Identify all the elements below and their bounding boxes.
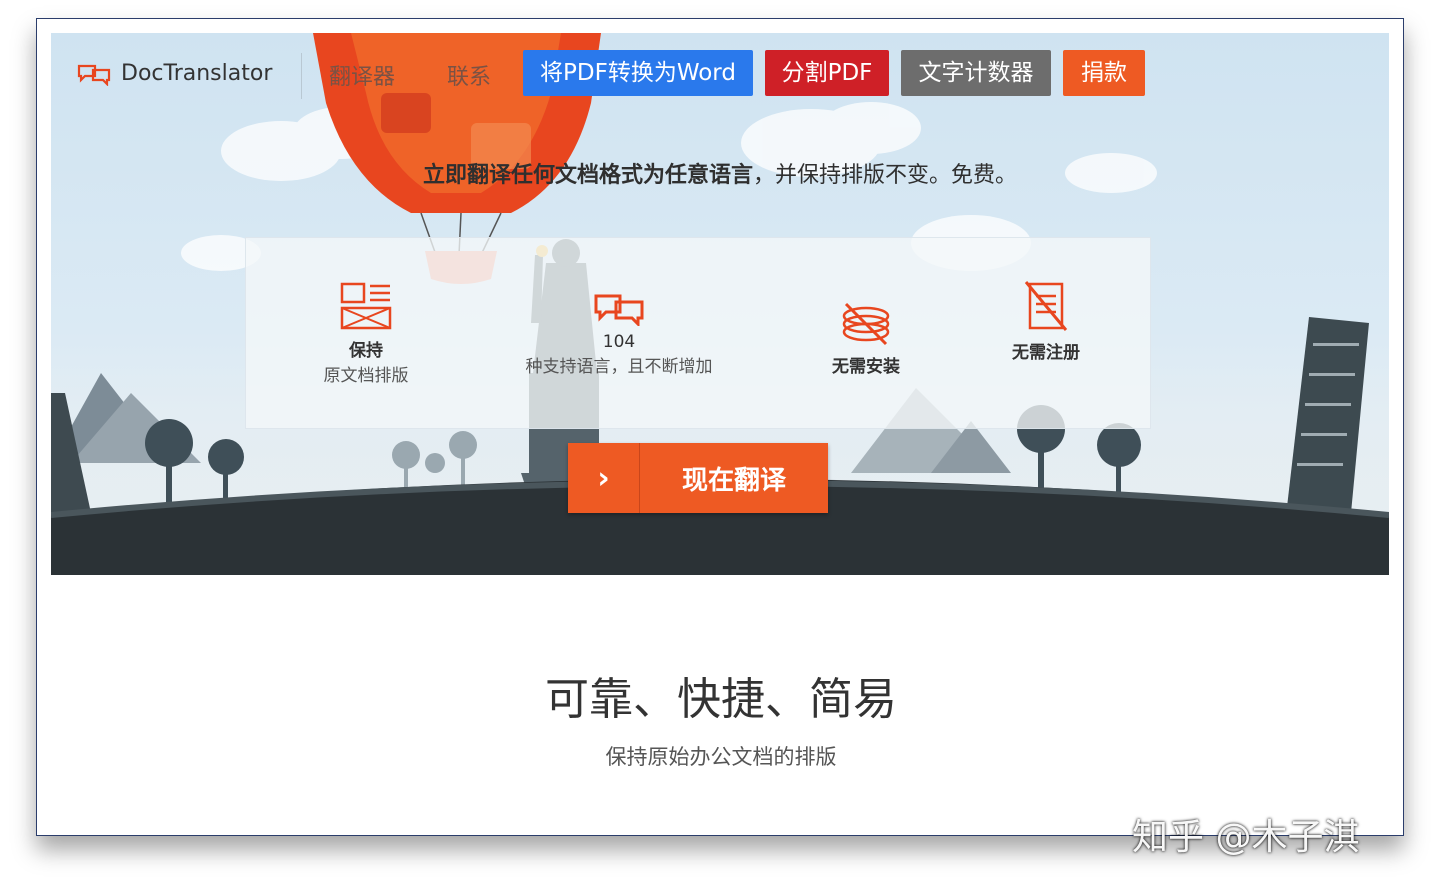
nav-divider [301,53,302,99]
feature-layout-subtitle: 原文档排版 [323,366,409,386]
tagline: 立即翻译任何文档格式为任意语言，并保持排版不变。免费。 [51,157,1389,189]
no-register-icon [1024,281,1068,331]
feature-languages: 104 种支持语言，且不断增加 [506,292,732,377]
donate-button[interactable]: 捐款 [1063,50,1145,96]
feature-layout-title: 保持 [349,341,383,361]
section-subheading: 保持原始办公文档的排版 [605,745,837,769]
feature-languages-count: 104 [602,332,636,352]
feature-install-title: 无需安装 [832,357,900,377]
hero-section: DocTranslator 翻译器 联系 将PDF转换为Word 分割PDF 文… [51,33,1389,575]
tagline-rest: ，并保持排版不变。免费。 [753,163,1018,188]
feature-languages-subtitle: 种支持语言，且不断增加 [525,357,713,377]
nav-translator-link[interactable]: 翻译器 [329,59,395,91]
feature-no-install: 无需安装 [806,300,926,377]
feature-register-title: 无需注册 [1012,343,1080,363]
nav-contact-link[interactable]: 联系 [447,59,491,91]
feature-keep-layout: 保持 原文档排版 [306,282,426,386]
pdf-to-word-button[interactable]: 将PDF转换为Word [523,50,753,96]
speech-bubbles-icon [77,64,111,86]
brand-logo[interactable]: DocTranslator [77,61,272,86]
translate-now-button[interactable]: › 现在翻译 [568,443,828,513]
translate-now-label: 现在翻译 [681,465,786,496]
feature-no-register: 无需注册 [986,280,1106,363]
no-install-icon [842,302,890,346]
word-counter-button[interactable]: 文字计数器 [901,50,1051,96]
brand-name: DocTranslator [121,61,273,86]
language-bubbles-icon [594,294,644,326]
watermark: 知乎 @木子淇 [1132,817,1360,858]
document-layout-icon [340,282,392,330]
chevron-right-icon: › [568,443,640,513]
section-heading: 可靠、快捷、简易 [545,674,897,725]
split-pdf-button[interactable]: 分割PDF [765,50,889,96]
browser-frame: DocTranslator 翻译器 联系 将PDF转换为Word 分割PDF 文… [36,18,1404,836]
tagline-bold: 立即翻译任何文档格式为任意语言 [422,163,753,188]
features-panel: 保持 原文档排版 104 种支持语言，且不断增加 无需安装 无需注册 [245,237,1151,429]
